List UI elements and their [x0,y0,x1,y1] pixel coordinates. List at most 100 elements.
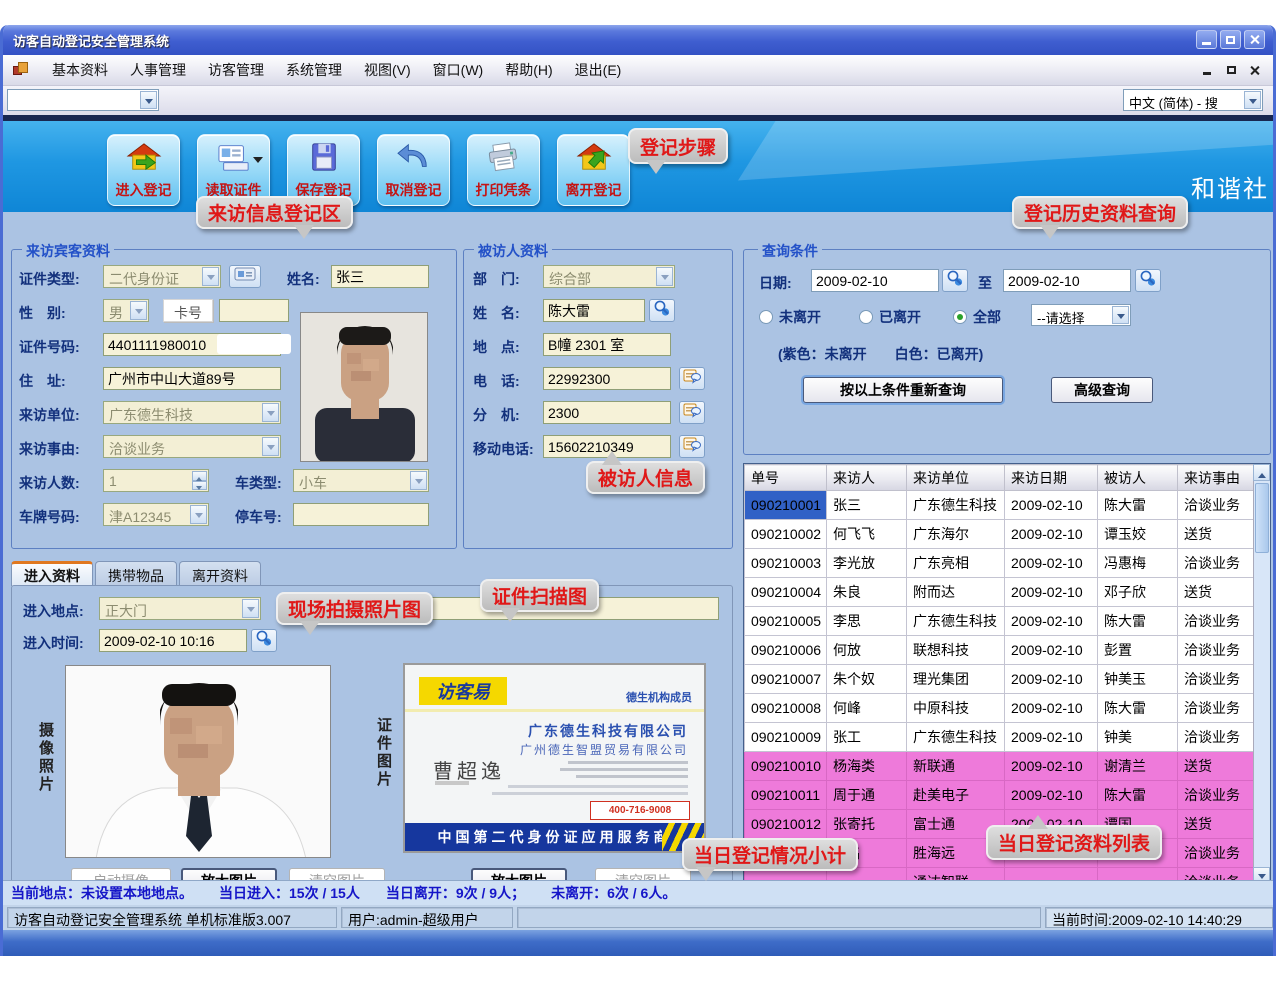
language-selector[interactable]: 中文 (简体) - 搜 [1123,89,1263,111]
menu-item-basic-data[interactable]: 基本资料 [41,56,119,84]
gender-combobox[interactable]: 男 [103,299,149,322]
column-header-id[interactable]: 单号 [745,465,827,491]
visitor-photo [300,312,428,462]
entry-time-input[interactable] [99,629,247,652]
tab-entry-data[interactable]: 进入资料 [11,561,93,586]
entry-location-combobox[interactable]: 正大门 [99,597,261,620]
table-row[interactable]: 090210008何峰中原科技 2009-02-10陈大雷洽谈业务 [745,694,1256,723]
menu-item-view[interactable]: 视图(V) [353,56,422,84]
chevron-down-icon[interactable] [253,157,263,168]
callout-daily-summary: 当日登记情况小计 [682,838,858,871]
menu-item-exit[interactable]: 退出(E) [564,56,633,84]
menu-item-window[interactable]: 窗口(W) [422,56,495,84]
table-row[interactable]: 090210002何飞飞广东海尔 2009-02-10谭玉姣送货 [745,520,1256,549]
chevron-down-icon[interactable] [190,505,207,524]
mdi-close-button[interactable] [1247,62,1263,77]
date-from-input[interactable] [811,269,939,292]
scrollbar-thumb[interactable] [1255,483,1269,553]
address-input[interactable] [103,367,281,390]
visited-name-input[interactable] [543,299,645,322]
mdi-minimize-button[interactable] [1199,62,1215,77]
chevron-down-icon[interactable] [410,471,427,490]
card-no-label: 卡号 [163,299,213,322]
chevron-down-icon[interactable] [1112,306,1129,324]
sms-phone-button[interactable] [679,367,705,390]
visitor-name-input[interactable] [331,265,429,288]
menu-item-help[interactable]: 帮助(H) [494,56,563,84]
card-reader-icon [234,266,256,287]
callout-visitor-area: 来访信息登记区 [196,196,353,229]
vertical-scrollbar[interactable] [1253,464,1270,884]
table-row[interactable]: 090210006何放联想科技 2009-02-10彭置洽谈业务 [745,636,1256,665]
cancel-registration-button[interactable]: 取消登记 [377,134,450,206]
card-member-text: 德生机构成员 [626,689,692,705]
vehicle-type-combobox[interactable]: 小车 [293,469,429,492]
dept-combobox[interactable]: 综合部 [543,265,675,288]
date-to-input[interactable] [1003,269,1131,292]
chevron-down-icon[interactable] [242,599,259,618]
requery-button[interactable]: 按以上条件重新查询 [803,377,1003,403]
radio-not-left[interactable]: 未离开 [759,307,821,327]
card-reader-button[interactable] [229,265,261,288]
minimize-button[interactable] [1196,30,1217,49]
chevron-down-icon[interactable] [130,301,147,320]
quick-select-combobox[interactable] [7,89,159,111]
chevron-down-icon[interactable] [140,91,157,109]
table-row[interactable]: 090210009张工广东德生科技 2009-02-10钟美洽谈业务 [745,723,1256,752]
advanced-query-button[interactable]: 高级查询 [1051,377,1153,403]
column-header-reason[interactable]: 来访事由 [1178,465,1256,491]
chevron-down-icon[interactable] [202,267,219,286]
menu-item-system-management[interactable]: 系统管理 [275,56,353,84]
ext-input[interactable] [543,401,671,424]
tab-leave-data[interactable]: 离开资料 [179,561,261,586]
phone-input[interactable] [543,367,671,390]
radio-left[interactable]: 已离开 [859,307,921,327]
visitor-count-stepper[interactable]: 1 [103,469,209,492]
spin-down-icon[interactable] [192,481,207,491]
table-row[interactable]: 090210005李思广东德生科技 2009-02-10陈大雷洽谈业务 [745,607,1256,636]
cert-type-combobox[interactable]: 二代身份证 [103,265,221,288]
card-no-input[interactable] [219,299,289,322]
chevron-down-icon[interactable] [262,403,279,422]
scroll-up-icon[interactable] [1253,464,1270,481]
table-row[interactable]: 090210001张三广东德生科技 2009-02-10陈大雷洽谈业务 [745,491,1256,520]
spin-up-icon[interactable] [192,471,207,481]
column-header-company[interactable]: 来访单位 [907,465,1005,491]
table-row[interactable]: 090210004朱良附而达 2009-02-10邓子欣送货 [745,578,1256,607]
entry-time-picker-button[interactable] [251,629,277,652]
table-row[interactable]: 090210011周于通赴美电子 2009-02-10陈大雷洽谈业务 [745,781,1256,810]
date-to-picker-button[interactable] [1135,269,1161,292]
menu-item-hr-management[interactable]: 人事管理 [119,56,197,84]
menu-item-visitor-management[interactable]: 访客管理 [197,56,275,84]
search-person-button[interactable] [649,299,675,322]
sms-mobile-button[interactable] [679,435,705,458]
tab-carried-items[interactable]: 携带物品 [95,561,177,586]
close-button[interactable] [1244,30,1265,49]
print-receipt-button[interactable]: 打印凭条 [467,134,540,206]
table-row[interactable]: 090210007朱个奴理光集团 2009-02-10钟美玉洽谈业务 [745,665,1256,694]
sms-ext-button[interactable] [679,401,705,424]
toolbar-strip: 中文 (简体) - 搜 [3,86,1273,115]
visit-company-combobox[interactable]: 广东德生科技 [103,401,281,424]
column-header-visitor[interactable]: 来访人 [827,465,907,491]
restore-button[interactable] [1220,30,1241,49]
visit-reason-combobox[interactable]: 洽谈业务 [103,435,281,458]
printer-icon [485,141,523,178]
table-row[interactable]: 090210010杨海类新联通 2009-02-10谢清兰送货 [745,752,1256,781]
table-row[interactable]: 090210003李光放广东亮相 2009-02-10冯惠梅洽谈业务 [745,549,1256,578]
chevron-down-icon[interactable] [262,437,279,456]
column-header-date[interactable]: 来访日期 [1005,465,1098,491]
chevron-down-icon[interactable] [1244,91,1261,109]
leave-registration-button[interactable]: 离开登记 [557,134,630,206]
parking-no-input[interactable] [293,503,429,526]
radio-all[interactable]: 全部 [953,307,1001,327]
search-icon [653,299,671,322]
enter-registration-button[interactable]: 进入登记 [107,134,180,206]
chevron-down-icon[interactable] [656,267,673,286]
mdi-restore-button[interactable] [1223,62,1239,77]
plate-no-combobox[interactable]: 津A12345 [103,503,209,526]
date-from-picker-button[interactable] [942,269,968,292]
filter-combobox[interactable]: --请选择 [1031,304,1131,326]
column-header-host[interactable]: 被访人 [1098,465,1178,491]
location-input[interactable] [543,333,671,356]
